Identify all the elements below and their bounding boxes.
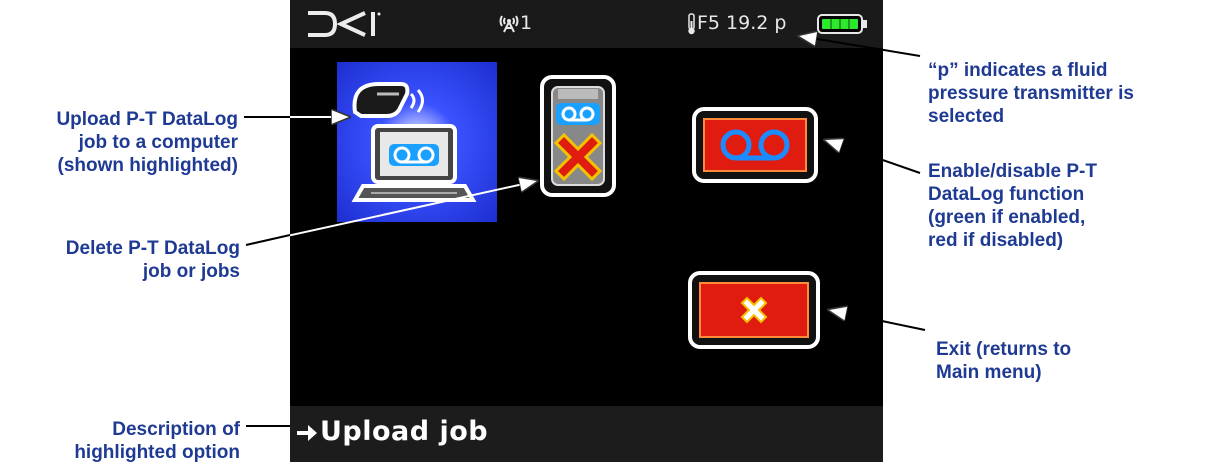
datalog-toggle-icon[interactable] (692, 107, 818, 183)
exit-icon[interactable] (688, 271, 820, 349)
callout-enable: Enable/disable P-T DataLog function (gre… (928, 161, 1097, 251)
thermometer-icon (688, 13, 695, 35)
description-text: Upload job (320, 416, 489, 447)
battery-icon (817, 14, 867, 34)
description-bar: Upload job (290, 406, 883, 462)
status-bar: 1 F5 19.2 p (290, 0, 883, 48)
upload-job-icon[interactable] (337, 62, 497, 222)
callout-upload: Upload P-T DataLog job to a computer (sh… (56, 109, 238, 176)
dci-logo (308, 11, 381, 37)
device-screen: 1 F5 19.2 p Upload job (290, 0, 883, 462)
callout-delete: Delete P-T DataLog job or jobs (65, 238, 240, 282)
callout-exit: Exit (returns to Main menu) (936, 339, 1072, 383)
frequency-readout: F5 19.2 p (697, 12, 787, 34)
callout-description: Description of highlighted option (74, 419, 240, 463)
arrow-right-icon (297, 425, 317, 441)
antenna-icon (499, 15, 519, 33)
delete-job-icon[interactable] (540, 75, 616, 197)
channel-number: 1 (520, 12, 533, 34)
callout-pressure: “p” indicates a fluid pressure transmitt… (928, 60, 1134, 127)
